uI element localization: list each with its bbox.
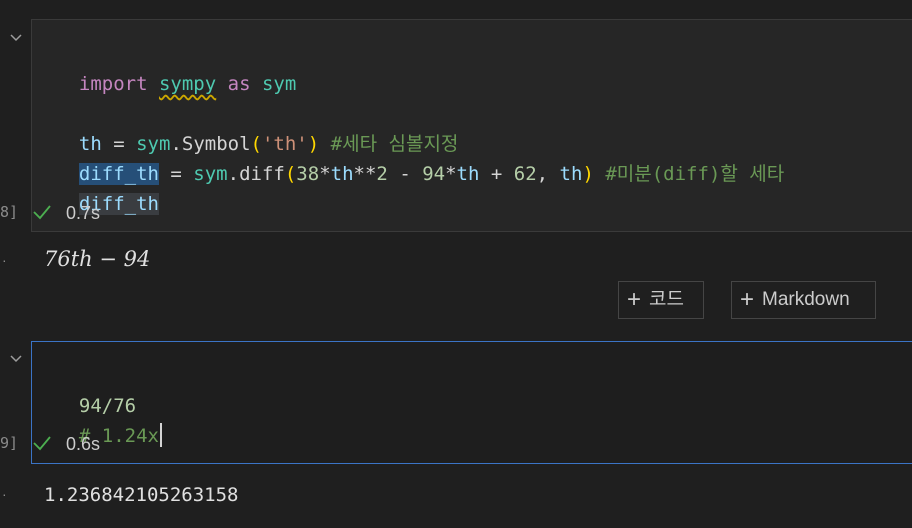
code-token: , <box>536 163 560 185</box>
plus-icon: + <box>740 286 755 313</box>
code-token: ( <box>284 163 297 185</box>
code-token: sympy <box>158 73 217 95</box>
cell-status: 0.7s <box>26 201 100 225</box>
code-token: - <box>387 163 423 185</box>
add-code-label: 코드 <box>649 289 684 310</box>
code-token: = <box>158 163 194 185</box>
code-token: ** <box>353 163 377 185</box>
chevron-down-icon[interactable] <box>8 29 24 45</box>
code-line-1: import sympy as sym <box>56 39 296 95</box>
add-markdown-cell-button[interactable]: + Markdown <box>731 281 876 319</box>
code-line-5: diff_th <box>56 159 159 215</box>
code-token: * <box>319 163 331 185</box>
output-indicator: · <box>2 486 7 502</box>
code-token: import <box>78 73 148 95</box>
add-code-cell-button[interactable]: + 코드 <box>618 281 704 319</box>
code-token: sym <box>193 163 228 185</box>
execution-time: 0.6s <box>66 434 101 454</box>
code-token: 62 <box>513 163 537 185</box>
code-token: * <box>445 163 457 185</box>
code-token: ) <box>582 163 594 185</box>
code-line-3: th = sym.Symbol('th') #세타 심볼지정 <box>56 99 459 155</box>
output-indicator: · <box>2 252 7 268</box>
add-markdown-label: Markdown <box>762 289 850 310</box>
code-token: diff <box>239 163 285 185</box>
cell-status: 0.6s <box>26 432 100 456</box>
code-token: 2 <box>376 163 388 185</box>
code-token: th <box>456 163 480 185</box>
code-line-1: 94/76 <box>56 361 136 417</box>
check-icon <box>33 205 51 220</box>
code-token: sym <box>261 73 297 95</box>
chevron-down-icon[interactable] <box>8 350 24 366</box>
plus-icon: + <box>627 286 642 313</box>
code-token: 38 <box>296 163 320 185</box>
execution-count: 9] <box>0 434 19 452</box>
execution-count: 8] <box>0 203 19 221</box>
code-token: 94 <box>422 163 446 185</box>
text-cursor <box>159 423 162 447</box>
code-cell-2[interactable] <box>31 341 912 464</box>
code-line-2: # 1.24x <box>56 391 162 447</box>
cell-output: 76th − 94 <box>44 247 151 271</box>
code-token: . <box>227 163 240 185</box>
code-token: th <box>330 163 354 185</box>
code-token: + <box>479 163 514 185</box>
code-line-4: diff_th = sym.diff(38*th**2 - 94*th + 62… <box>56 129 784 185</box>
execution-time: 0.7s <box>66 203 101 223</box>
code-token: #미분(diff)할 세타 <box>605 163 785 185</box>
check-icon <box>33 436 51 451</box>
code-token: th <box>559 163 583 185</box>
cell-output: 1.236842105263158 <box>44 484 239 506</box>
code-token: as <box>227 73 251 95</box>
